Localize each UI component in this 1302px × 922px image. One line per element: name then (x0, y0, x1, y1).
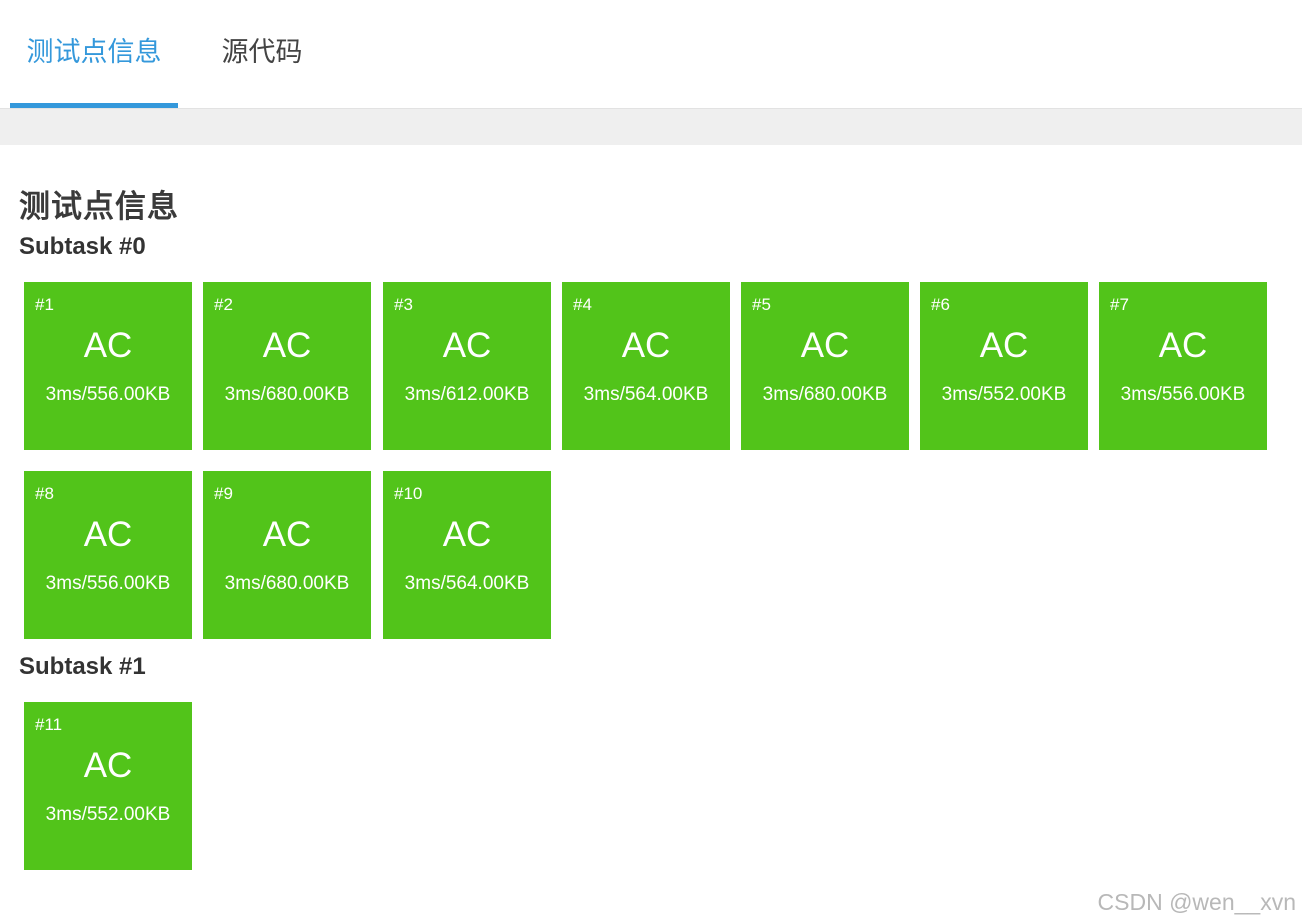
testcase-number: #5 (752, 295, 771, 314)
testcase-card[interactable]: #5 AC 3ms/680.00KB (741, 282, 909, 450)
testcase-card[interactable]: #8 AC 3ms/556.00KB (24, 471, 192, 639)
testcase-status: AC (262, 515, 312, 554)
testcase-number: #2 (214, 295, 233, 314)
testcase-card[interactable]: #3 AC 3ms/612.00KB (383, 282, 551, 450)
gray-divider-strip (0, 109, 1302, 145)
testcase-number: #3 (394, 295, 413, 314)
testcase-detail: 3ms/556.00KB (1120, 384, 1246, 405)
testcase-number: #10 (394, 484, 423, 503)
subtask-1-title: Subtask #1 (19, 653, 146, 680)
testcase-status: AC (1158, 326, 1208, 365)
testcase-detail: 3ms/556.00KB (45, 384, 171, 405)
testcase-number: #9 (214, 484, 233, 503)
testcase-number: #4 (573, 295, 592, 314)
testcase-card[interactable]: #4 AC 3ms/564.00KB (562, 282, 730, 450)
testcase-card[interactable]: #11 AC 3ms/552.00KB (24, 702, 192, 870)
testcase-detail: 3ms/564.00KB (583, 384, 709, 405)
testcase-card[interactable]: #2 AC 3ms/680.00KB (203, 282, 371, 450)
testcase-status: AC (442, 326, 492, 365)
testcase-card[interactable]: #7 AC 3ms/556.00KB (1099, 282, 1267, 450)
testcase-status: AC (83, 515, 133, 554)
testcase-detail: 3ms/552.00KB (45, 804, 171, 825)
testcase-detail: 3ms/680.00KB (224, 384, 350, 405)
testcase-number: #11 (35, 715, 63, 734)
testcase-detail: 3ms/680.00KB (762, 384, 888, 405)
testcase-card[interactable]: #1 AC 3ms/556.00KB (24, 282, 192, 450)
subtask-0-title: Subtask #0 (19, 233, 146, 260)
testcase-number: #8 (35, 484, 54, 503)
tab-source-code[interactable]: 源代码 (178, 0, 346, 108)
watermark: CSDN @wen__xvn (1097, 889, 1296, 915)
testcase-status: AC (262, 326, 312, 365)
testcase-number: #1 (35, 295, 54, 314)
testcase-number: #7 (1110, 295, 1129, 314)
testcase-detail: 3ms/552.00KB (941, 384, 1067, 405)
testcase-detail: 3ms/612.00KB (404, 384, 530, 405)
tab-bar: 测试点信息 源代码 (0, 0, 1302, 109)
testcase-card[interactable]: #6 AC 3ms/552.00KB (920, 282, 1088, 450)
testcase-status: AC (621, 326, 671, 365)
testcase-status: AC (83, 746, 133, 785)
section-title: 测试点信息 (19, 189, 179, 224)
testcase-status: AC (442, 515, 492, 554)
testcase-status: AC (979, 326, 1029, 365)
tab-testpoint-info[interactable]: 测试点信息 (10, 0, 178, 108)
testcase-detail: 3ms/564.00KB (404, 573, 530, 594)
testcase-status: AC (800, 326, 850, 365)
testcase-detail: 3ms/556.00KB (45, 573, 171, 594)
testcase-number: #6 (931, 295, 950, 314)
testcase-card[interactable]: #9 AC 3ms/680.00KB (203, 471, 371, 639)
testcase-detail: 3ms/680.00KB (224, 573, 350, 594)
testcase-card[interactable]: #10 AC 3ms/564.00KB (383, 471, 551, 639)
testcase-status: AC (83, 326, 133, 365)
